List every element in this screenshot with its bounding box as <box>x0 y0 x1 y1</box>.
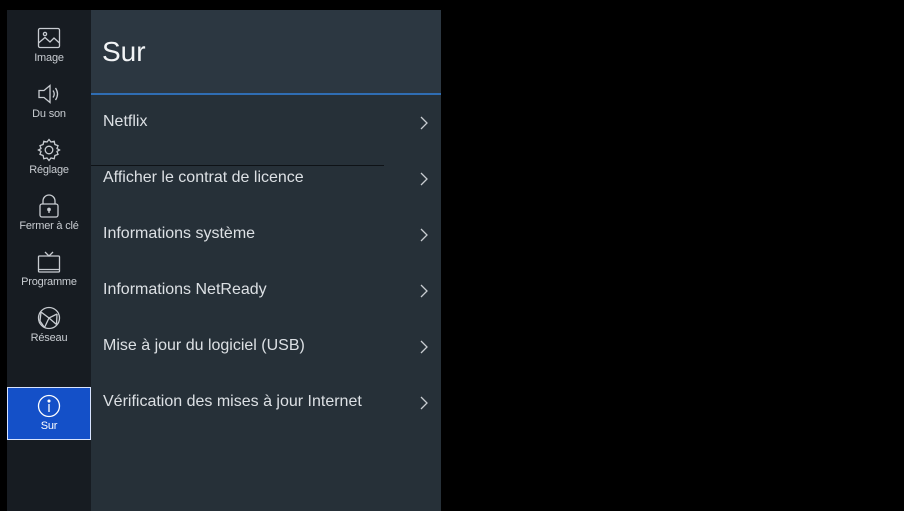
settings-sidebar: Image Du son Réglage Fermer à clé Progra… <box>7 10 91 511</box>
chevron-right-icon <box>420 228 428 242</box>
sidebar-item-label: Réseau <box>30 332 68 344</box>
sidebar-item-label: Du son <box>32 108 66 120</box>
chevron-right-icon <box>420 396 428 410</box>
sidebar-item-lock[interactable]: Fermer à clé <box>7 188 91 244</box>
page-title: Sur <box>102 36 146 67</box>
menu-item-label: Informations NetReady <box>103 281 267 298</box>
gear-icon <box>37 138 61 162</box>
menu-item-label: Informations système <box>103 225 256 242</box>
chevron-right-icon <box>420 340 428 354</box>
sidebar-item-program[interactable]: Programme <box>7 244 91 300</box>
menu-item-label: Netflix <box>103 113 148 130</box>
about-panel: Sur Netflix Afficher le contrat de licen… <box>91 10 441 511</box>
menu-item-label: Vérification des mises à jour Internet <box>103 393 362 410</box>
network-globe-icon <box>37 306 61 330</box>
sidebar-item-label: Image <box>34 52 64 64</box>
sidebar-item-settings[interactable]: Réglage <box>7 132 91 188</box>
menu-item-label: Mise à jour du logiciel (USB) <box>103 337 305 354</box>
panel-header: Sur <box>91 10 441 95</box>
menu-item-usb-update[interactable]: Mise à jour du logiciel (USB) <box>91 319 441 375</box>
sidebar-item-image[interactable]: Image <box>7 20 91 76</box>
sidebar-item-network[interactable]: Réseau <box>7 300 91 356</box>
sidebar-item-label: Sur <box>40 420 58 432</box>
menu-item-internet-update[interactable]: Vérification des mises à jour Internet <box>91 375 441 431</box>
menu-item-netready-info[interactable]: Informations NetReady <box>91 263 441 319</box>
sidebar-item-about[interactable]: Sur <box>7 387 91 440</box>
image-icon <box>37 27 61 49</box>
chevron-right-icon <box>420 116 428 130</box>
info-icon <box>37 394 61 418</box>
chevron-right-icon <box>420 284 428 298</box>
speaker-icon <box>38 84 59 104</box>
menu-item-label: Afficher le contrat de licence <box>103 169 304 186</box>
sidebar-item-label: Programme <box>21 276 77 288</box>
lock-icon <box>39 194 59 218</box>
chevron-right-icon <box>420 172 428 186</box>
menu-item-netflix[interactable]: Netflix <box>91 95 441 151</box>
menu-item-license[interactable]: Afficher le contrat de licence <box>91 151 441 207</box>
menu-item-system-info[interactable]: Informations système <box>91 207 441 263</box>
sidebar-item-sound[interactable]: Du son <box>7 76 91 132</box>
sidebar-item-label: Fermer à clé <box>19 220 79 232</box>
sidebar-item-label: Réglage <box>29 164 69 176</box>
tv-icon <box>37 251 61 273</box>
